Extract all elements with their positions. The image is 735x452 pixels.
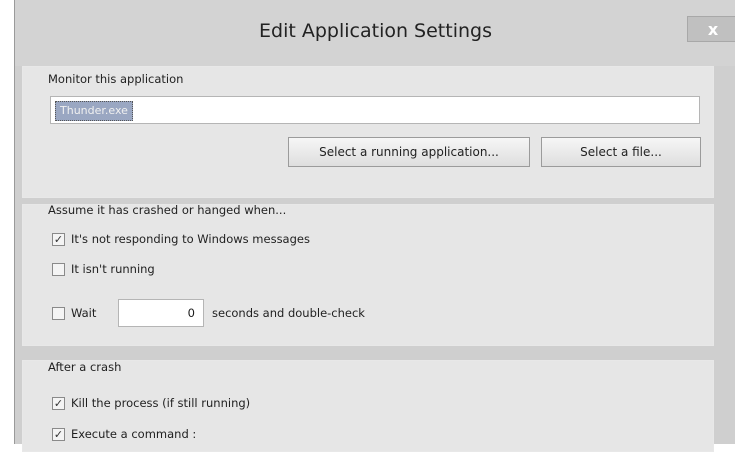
wait-label: Wait <box>71 306 97 320</box>
wait-suffix: seconds and double-check <box>212 306 365 320</box>
close-button[interactable]: x <box>687 16 735 42</box>
select-file-button[interactable]: Select a file... <box>541 137 701 167</box>
execute-command-label: Execute a command : <box>71 427 197 441</box>
application-path-value: Thunder.exe <box>55 101 133 121</box>
wait-checkbox[interactable] <box>52 306 65 320</box>
wait-seconds-input[interactable]: 0 <box>118 299 204 327</box>
crash-conditions-group-label: Assume it has crashed or hanged when... <box>48 203 287 217</box>
close-icon: x <box>707 19 719 39</box>
not-running-option[interactable]: It isn't running <box>52 262 155 276</box>
not-responding-checkbox[interactable] <box>52 232 65 246</box>
dialog-title: Edit Application Settings <box>259 20 492 42</box>
execute-command-checkbox[interactable] <box>52 427 65 441</box>
not-running-checkbox[interactable] <box>52 262 65 276</box>
not-responding-label: It's not responding to Windows messages <box>71 232 310 246</box>
monitor-group-label: Monitor this application <box>48 72 184 86</box>
application-path-input[interactable]: Thunder.exe <box>50 96 700 124</box>
wait-option[interactable]: Wait <box>52 306 96 320</box>
execute-command-option[interactable]: Execute a command : <box>52 427 196 441</box>
wait-suffix-label: seconds and double-check <box>212 306 365 320</box>
title-bar: Edit Application Settings x <box>15 0 735 66</box>
kill-process-checkbox[interactable] <box>52 396 65 410</box>
not-responding-option[interactable]: It's not responding to Windows messages <box>52 232 310 246</box>
kill-process-label: Kill the process (if still running) <box>71 396 251 410</box>
not-running-label: It isn't running <box>71 262 155 276</box>
after-crash-group-label: After a crash <box>48 360 122 374</box>
kill-process-option[interactable]: Kill the process (if still running) <box>52 396 250 410</box>
select-running-application-button[interactable]: Select a running application... <box>288 137 530 167</box>
